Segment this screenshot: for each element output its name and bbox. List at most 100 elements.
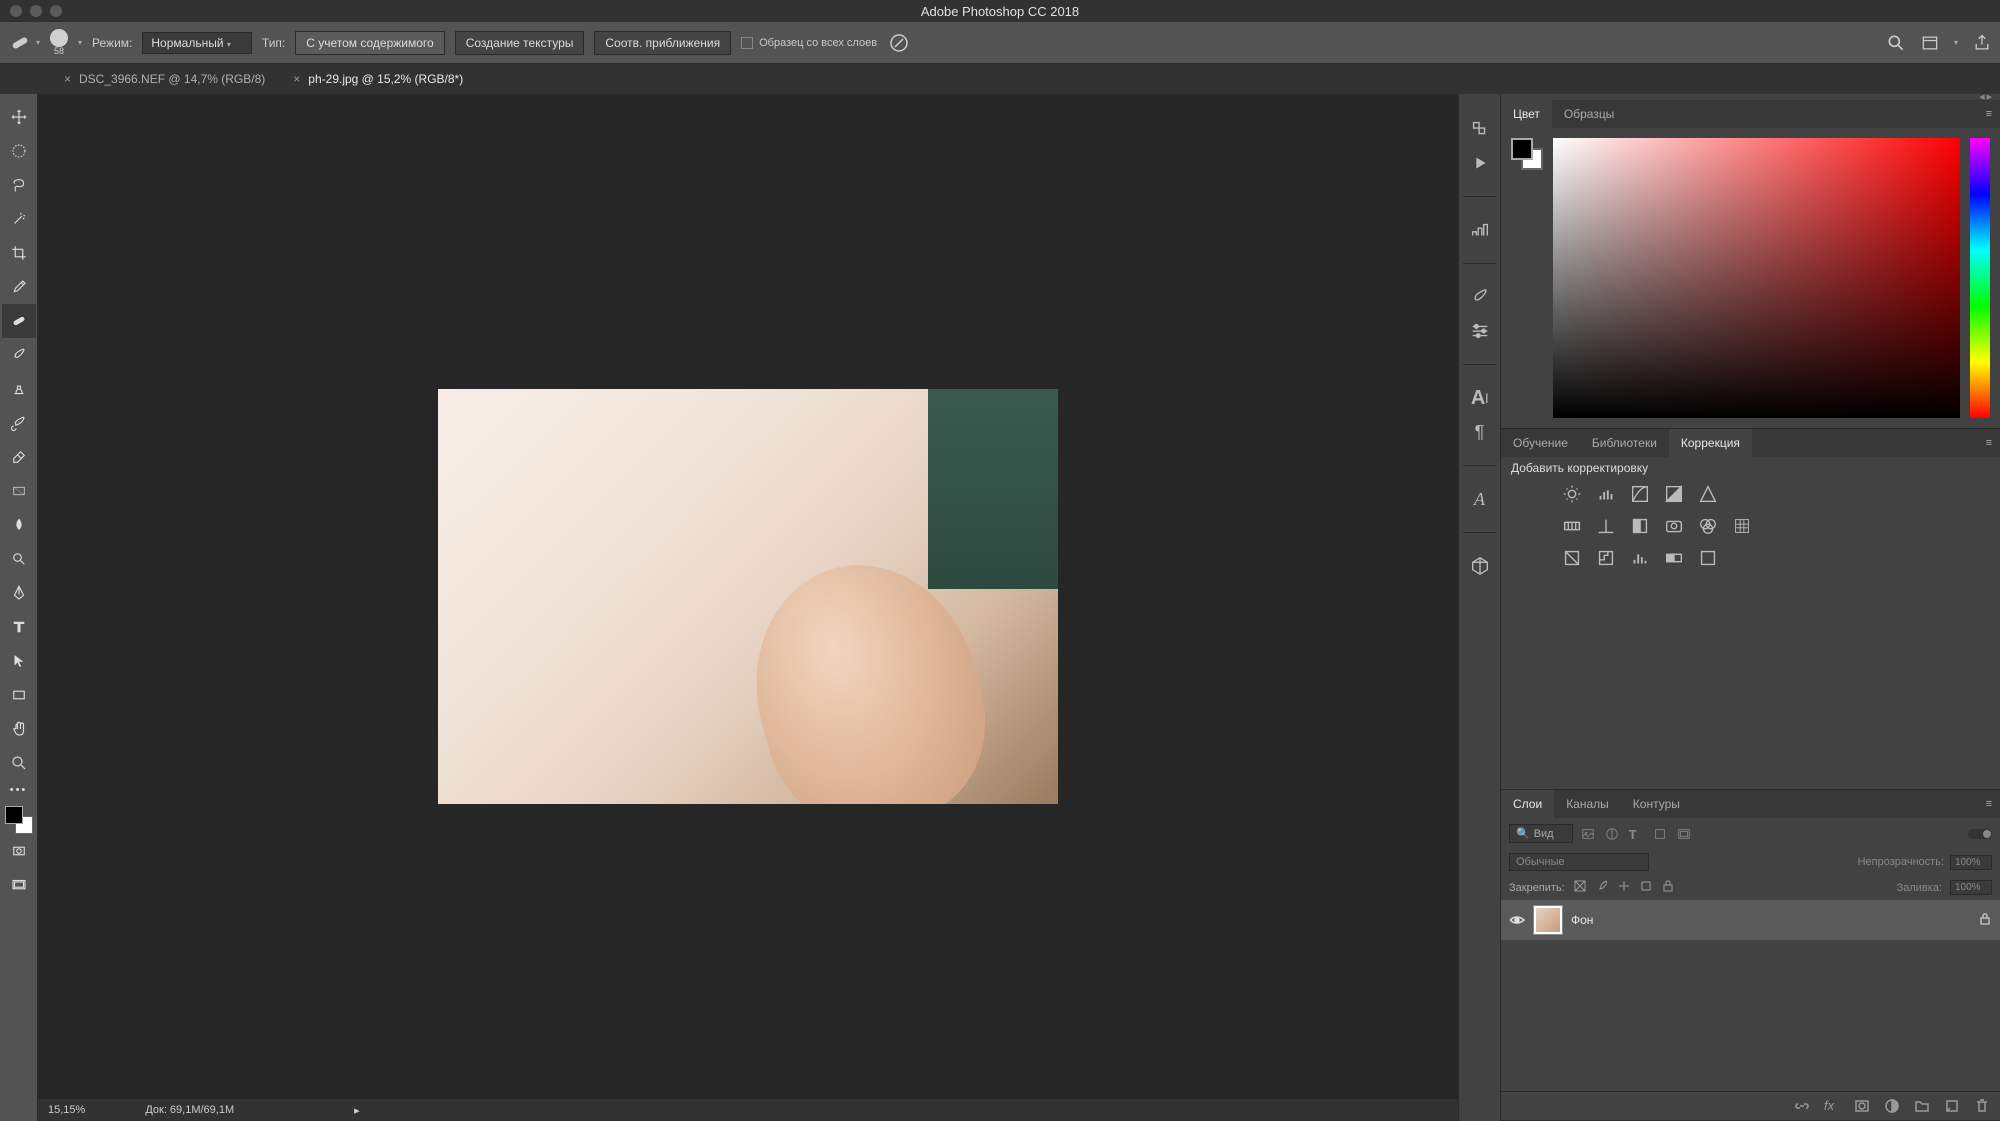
bw-icon[interactable]	[1629, 515, 1651, 537]
group-icon[interactable]	[1914, 1098, 1930, 1114]
paragraph-icon[interactable]: ¶	[1469, 421, 1491, 443]
dodge-tool[interactable]	[2, 542, 36, 576]
filter-toggle[interactable]	[1968, 829, 1992, 839]
lock-all-icon[interactable]	[1661, 879, 1675, 896]
exposure-icon[interactable]	[1663, 483, 1685, 505]
levels-icon[interactable]	[1595, 483, 1617, 505]
tool-preset-picker[interactable]: ▾	[8, 31, 40, 55]
tab-adjustments[interactable]: Коррекция	[1669, 429, 1752, 457]
curves-icon[interactable]	[1629, 483, 1651, 505]
foreground-swatch[interactable]	[1511, 138, 1533, 160]
healing-brush-tool[interactable]	[2, 304, 36, 338]
visibility-icon[interactable]	[1509, 913, 1525, 927]
history-brush-tool[interactable]	[2, 406, 36, 440]
history-icon[interactable]	[1469, 118, 1491, 140]
foreground-background-colors[interactable]	[5, 806, 33, 834]
panel-menu-icon[interactable]: ≡	[1978, 100, 2000, 128]
magic-wand-tool[interactable]	[2, 202, 36, 236]
actions-icon[interactable]	[1469, 152, 1491, 174]
lock-artboard-icon[interactable]	[1639, 879, 1653, 896]
gradient-tool[interactable]	[2, 474, 36, 508]
lock-icon[interactable]	[1978, 912, 1992, 929]
color-fgbg[interactable]	[1511, 138, 1543, 170]
crop-tool[interactable]	[2, 236, 36, 270]
workspace-switcher-icon[interactable]	[1920, 33, 1940, 53]
more-tools[interactable]: •••	[2, 780, 36, 800]
pressure-icon[interactable]	[887, 31, 911, 55]
panel-menu-icon[interactable]: ≡	[1978, 429, 2000, 457]
eyedropper-tool[interactable]	[2, 270, 36, 304]
close-window[interactable]	[10, 5, 22, 17]
chevron-down-icon[interactable]: ▾	[1954, 38, 1958, 47]
tab-channels[interactable]: Каналы	[1554, 790, 1621, 818]
panel-menu-icon[interactable]: ≡	[1978, 790, 2000, 818]
hue-slider[interactable]	[1970, 138, 1990, 418]
properties-icon[interactable]	[1469, 219, 1491, 241]
tab-layers[interactable]: Слои	[1501, 790, 1554, 818]
document-tab[interactable]: × DSC_3966.NEF @ 14,7% (RGB/8)	[50, 64, 279, 94]
content-aware-button[interactable]: С учетом содержимого	[295, 31, 444, 55]
minimize-window[interactable]	[30, 5, 42, 17]
lock-transparent-icon[interactable]	[1573, 879, 1587, 896]
color-field[interactable]	[1553, 138, 1960, 418]
posterize-icon[interactable]	[1595, 547, 1617, 569]
channel-mixer-icon[interactable]	[1697, 515, 1719, 537]
selective-color-icon[interactable]	[1697, 547, 1719, 569]
doc-size[interactable]: Док: 69,1M/69,1M	[145, 1104, 234, 1116]
blend-mode-select[interactable]: Обычные	[1509, 853, 1649, 871]
canvas-viewport[interactable]	[38, 94, 1458, 1099]
document-canvas[interactable]	[438, 389, 1058, 804]
type-tool[interactable]	[2, 610, 36, 644]
tab-libraries[interactable]: Библиотеки	[1580, 429, 1669, 457]
brush-settings-icon[interactable]	[1469, 320, 1491, 342]
eraser-tool[interactable]	[2, 440, 36, 474]
share-icon[interactable]	[1972, 33, 1992, 53]
pen-tool[interactable]	[2, 576, 36, 610]
filter-type-icon[interactable]: T	[1629, 827, 1643, 841]
create-texture-button[interactable]: Создание текстуры	[455, 31, 585, 55]
path-selection-tool[interactable]	[2, 644, 36, 678]
brush-preset-picker[interactable]: 58	[50, 29, 68, 56]
hue-sat-icon[interactable]	[1561, 515, 1583, 537]
filter-shape-icon[interactable]	[1653, 827, 1667, 841]
layer-mask-icon[interactable]	[1854, 1098, 1870, 1114]
threshold-icon[interactable]	[1629, 547, 1651, 569]
3d-icon[interactable]	[1469, 555, 1491, 577]
zoom-window[interactable]	[50, 5, 62, 17]
status-flyout-icon[interactable]: ▸	[354, 1104, 360, 1117]
proximity-match-button[interactable]: Соотв. приближения	[594, 31, 731, 55]
marquee-tool[interactable]	[2, 134, 36, 168]
lock-pixels-icon[interactable]	[1595, 879, 1609, 896]
color-lookup-icon[interactable]	[1731, 515, 1753, 537]
photo-filter-icon[interactable]	[1663, 515, 1685, 537]
rectangle-tool[interactable]	[2, 678, 36, 712]
tab-paths[interactable]: Контуры	[1621, 790, 1692, 818]
zoom-tool[interactable]	[2, 746, 36, 780]
blur-tool[interactable]	[2, 508, 36, 542]
quick-mask-tool[interactable]	[2, 834, 36, 868]
lasso-tool[interactable]	[2, 168, 36, 202]
filter-smart-icon[interactable]	[1677, 827, 1691, 841]
new-layer-icon[interactable]	[1944, 1098, 1960, 1114]
character-icon[interactable]: A|	[1469, 387, 1491, 409]
layer-filter-select[interactable]: 🔍 Вид	[1509, 824, 1573, 843]
move-tool[interactable]	[2, 100, 36, 134]
search-icon[interactable]	[1886, 33, 1906, 53]
document-tab[interactable]: × ph-29.jpg @ 15,2% (RGB/8*)	[279, 64, 477, 94]
brush-tool[interactable]	[2, 338, 36, 372]
brightness-icon[interactable]	[1561, 483, 1583, 505]
zoom-level[interactable]: 15,15%	[48, 1104, 85, 1116]
layer-thumbnail[interactable]	[1533, 905, 1563, 935]
filter-pixel-icon[interactable]	[1581, 827, 1595, 841]
close-icon[interactable]: ×	[293, 72, 300, 86]
brushes-icon[interactable]	[1469, 286, 1491, 308]
foreground-color[interactable]	[5, 806, 23, 824]
sample-all-layers-checkbox[interactable]: Образец со всех слоев	[741, 37, 877, 49]
hand-tool[interactable]	[2, 712, 36, 746]
tab-learn[interactable]: Обучение	[1501, 429, 1580, 457]
filter-adjustment-icon[interactable]	[1605, 827, 1619, 841]
adjustment-layer-icon[interactable]	[1884, 1098, 1900, 1114]
glyphs-icon[interactable]: A	[1469, 488, 1491, 510]
close-icon[interactable]: ×	[64, 72, 71, 86]
delete-layer-icon[interactable]	[1974, 1098, 1990, 1114]
